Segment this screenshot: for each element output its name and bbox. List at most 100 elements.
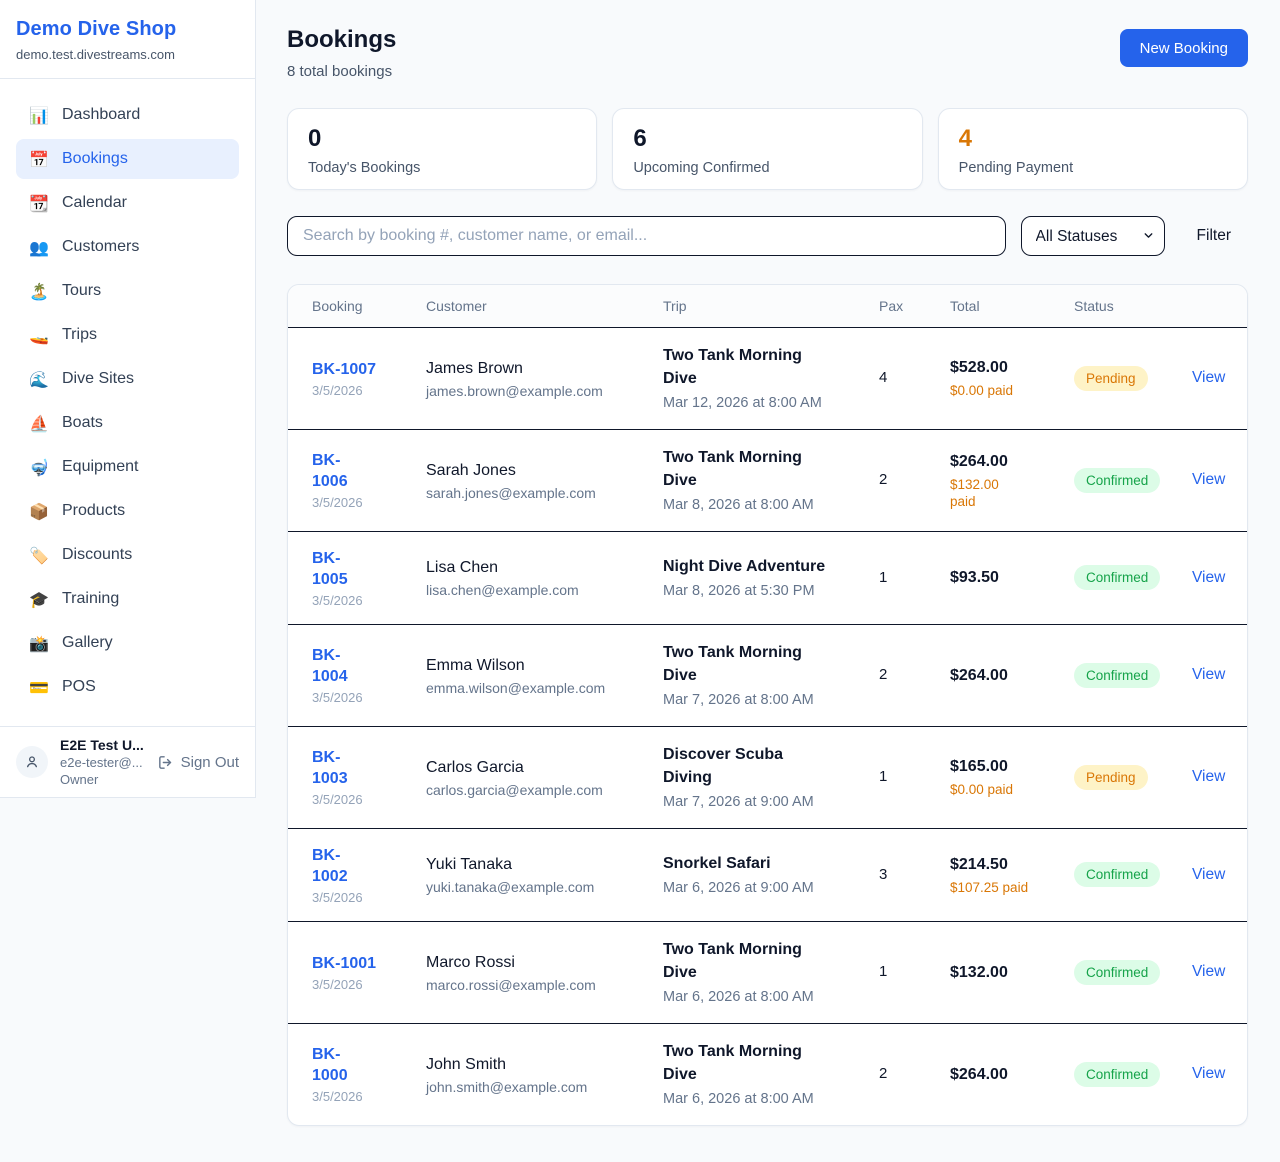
paid-amount: $0.00 paid xyxy=(950,382,1042,399)
sidebar-item-label: Trips xyxy=(62,326,97,344)
customer-email: marco.rossi@example.com xyxy=(426,977,631,993)
view-link[interactable]: View xyxy=(1192,471,1225,488)
sidebar-item-trips[interactable]: 🚤 Trips xyxy=(16,315,239,355)
booking-id-link[interactable]: BK- 1004 xyxy=(312,645,394,687)
sidebar-item-bookings[interactable]: 📅 Bookings xyxy=(16,139,239,179)
view-link[interactable]: View xyxy=(1192,1065,1225,1082)
sign-out-button[interactable]: Sign Out xyxy=(157,754,239,771)
stat-label: Pending Payment xyxy=(959,160,1227,176)
camera-icon: 📸 xyxy=(28,634,50,653)
filter-bar: All Statuses Filter xyxy=(287,216,1248,256)
sidebar-item-training[interactable]: 🎓 Training xyxy=(16,579,239,619)
search-input[interactable] xyxy=(287,216,1006,256)
sidebar-item-boats[interactable]: ⛵ Boats xyxy=(16,403,239,443)
speedboat-icon: 🚤 xyxy=(28,326,50,345)
sidebar-item-equipment[interactable]: 🤿 Equipment xyxy=(16,447,239,487)
shop-name: Demo Dive Shop xyxy=(16,18,239,41)
total-amount: $264.00 xyxy=(950,1064,1042,1085)
sidebar-item-tours[interactable]: 🏝️ Tours xyxy=(16,271,239,311)
diving-mask-icon: 🤿 xyxy=(28,458,50,477)
sidebar-item-label: Calendar xyxy=(62,194,127,212)
status-badge: Confirmed xyxy=(1074,468,1160,493)
booking-id-link[interactable]: BK-1007 xyxy=(312,359,394,380)
sidebar-item-dashboard[interactable]: 📊 Dashboard xyxy=(16,95,239,135)
sidebar-item-label: Tours xyxy=(62,282,101,300)
sidebar-item-label: Boats xyxy=(62,414,103,432)
bar-chart-icon: 📊 xyxy=(28,106,50,125)
status-badge: Confirmed xyxy=(1074,1062,1160,1087)
user-email: e2e-tester@... xyxy=(60,755,145,770)
sidebar-item-customers[interactable]: 👥 Customers xyxy=(16,227,239,267)
sidebar-item-label: POS xyxy=(62,678,96,696)
booking-id-link[interactable]: BK- 1002 xyxy=(312,845,394,887)
status-badge: Pending xyxy=(1074,366,1148,391)
trip-name: Two Tank Morning Dive xyxy=(663,446,847,492)
customer-email: carlos.garcia@example.com xyxy=(426,782,631,798)
trip-datetime: Mar 6, 2026 at 8:00 AM xyxy=(663,1089,847,1109)
table-row: BK-1007 3/5/2026 James Brown james.brown… xyxy=(288,327,1248,429)
user-role: Owner xyxy=(60,772,145,787)
status-badge: Pending xyxy=(1074,765,1148,790)
total-amount: $93.50 xyxy=(950,567,1042,588)
total-amount: $132.00 xyxy=(950,962,1042,983)
user-info: E2E Test U... e2e-tester@... Owner xyxy=(60,737,145,787)
user-panel: E2E Test U... e2e-tester@... Owner Sign … xyxy=(0,726,255,797)
customer-name: Yuki Tanaka xyxy=(426,854,631,875)
customer-name: James Brown xyxy=(426,358,631,379)
customer-email: emma.wilson@example.com xyxy=(426,680,631,696)
booking-id-link[interactable]: BK- 1005 xyxy=(312,548,394,590)
table-row: BK- 1005 3/5/2026 Lisa Chen lisa.chen@ex… xyxy=(288,531,1248,624)
stat-label: Today's Bookings xyxy=(308,160,576,176)
col-header-trip: Trip xyxy=(647,285,863,327)
stat-value: 6 xyxy=(633,126,901,152)
booking-id-link[interactable]: BK- 1000 xyxy=(312,1044,394,1086)
customer-name: Emma Wilson xyxy=(426,655,631,676)
table-row: BK-1001 3/5/2026 Marco Rossi marco.rossi… xyxy=(288,921,1248,1023)
new-booking-button[interactable]: New Booking xyxy=(1120,29,1248,67)
credit-card-icon: 💳 xyxy=(28,678,50,697)
total-amount: $528.00 xyxy=(950,357,1042,378)
view-link[interactable]: View xyxy=(1192,768,1225,785)
trip-datetime: Mar 8, 2026 at 8:00 AM xyxy=(663,495,847,515)
sidebar-item-label: Equipment xyxy=(62,458,139,476)
sidebar-header: Demo Dive Shop demo.test.divestreams.com xyxy=(0,0,255,79)
booking-date: 3/5/2026 xyxy=(312,890,394,905)
sidebar-item-calendar[interactable]: 📆 Calendar xyxy=(16,183,239,223)
sidebar-item-pos[interactable]: 💳 POS xyxy=(16,667,239,707)
view-link[interactable]: View xyxy=(1192,666,1225,683)
booking-date: 3/5/2026 xyxy=(312,977,394,992)
booking-date: 3/5/2026 xyxy=(312,495,394,510)
sign-out-label: Sign Out xyxy=(181,754,239,771)
people-icon: 👥 xyxy=(28,238,50,257)
bookings-table-card: Booking Customer Trip Pax Total Status B… xyxy=(287,284,1248,1126)
customer-email: sarah.jones@example.com xyxy=(426,485,631,501)
table-row: BK- 1004 3/5/2026 Emma Wilson emma.wilso… xyxy=(288,624,1248,726)
view-link[interactable]: View xyxy=(1192,866,1225,883)
sidebar-item-gallery[interactable]: 📸 Gallery xyxy=(16,623,239,663)
booking-id-link[interactable]: BK- 1003 xyxy=(312,747,394,789)
sailboat-icon: ⛵ xyxy=(28,414,50,433)
view-link[interactable]: View xyxy=(1192,963,1225,980)
tag-icon: 🏷️ xyxy=(28,546,50,565)
sidebar-item-label: Gallery xyxy=(62,634,113,652)
view-link[interactable]: View xyxy=(1192,369,1225,386)
sidebar-item-products[interactable]: 📦 Products xyxy=(16,491,239,531)
pax-count: 2 xyxy=(879,666,887,683)
booking-id-link[interactable]: BK- 1006 xyxy=(312,450,394,492)
pax-count: 1 xyxy=(879,963,887,980)
sidebar-item-discounts[interactable]: 🏷️ Discounts xyxy=(16,535,239,575)
customer-email: james.brown@example.com xyxy=(426,383,631,399)
paid-amount: $132.00 paid xyxy=(950,476,1042,510)
avatar xyxy=(16,746,48,778)
col-header-actions xyxy=(1176,285,1248,327)
trip-datetime: Mar 8, 2026 at 5:30 PM xyxy=(663,581,847,601)
customer-email: lisa.chen@example.com xyxy=(426,582,631,598)
view-link[interactable]: View xyxy=(1192,569,1225,586)
booking-id-link[interactable]: BK-1001 xyxy=(312,953,394,974)
trip-datetime: Mar 6, 2026 at 9:00 AM xyxy=(663,878,847,898)
sidebar-item-dive-sites[interactable]: 🌊 Dive Sites xyxy=(16,359,239,399)
customer-email: john.smith@example.com xyxy=(426,1079,631,1095)
stat-card-pending-payment: 4 Pending Payment xyxy=(938,108,1248,190)
status-select[interactable]: All Statuses xyxy=(1021,216,1165,256)
trip-name: Two Tank Morning Dive xyxy=(663,938,847,984)
